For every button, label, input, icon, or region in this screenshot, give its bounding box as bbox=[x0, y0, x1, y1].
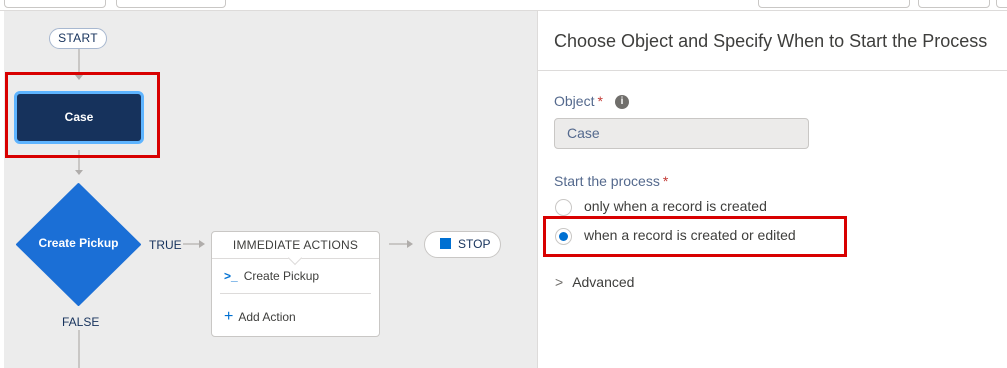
immediate-actions-box: IMMEDIATE ACTIONS >_ Create Pickup + Add A… bbox=[211, 231, 380, 337]
radio-created-or-edited[interactable] bbox=[555, 228, 572, 245]
action-item-label: Create Pickup bbox=[243, 269, 320, 283]
required-marker: * bbox=[597, 93, 603, 109]
radio-created-or-edited-label[interactable]: when a record is created or edited bbox=[584, 227, 796, 243]
toolbar-button[interactable] bbox=[918, 0, 990, 8]
panel-title: Choose Object and Specify When to Start … bbox=[554, 31, 988, 51]
stop-label: STOP bbox=[458, 237, 491, 251]
plus-icon: + bbox=[224, 308, 234, 325]
action-item[interactable]: >_ Create Pickup bbox=[224, 269, 319, 283]
object-label: Object * bbox=[554, 93, 603, 109]
true-branch-label: TRUE bbox=[149, 238, 182, 252]
toolbar-button[interactable] bbox=[4, 0, 106, 8]
canvas-edge bbox=[0, 11, 4, 368]
connector-arrow bbox=[199, 240, 205, 248]
top-toolbar bbox=[0, 0, 1007, 11]
start-process-label: Start the process * bbox=[554, 173, 668, 189]
stop-node: STOP bbox=[424, 231, 501, 258]
object-node[interactable]: Case bbox=[14, 91, 144, 144]
connector-line bbox=[183, 243, 199, 245]
apex-icon: >_ bbox=[224, 269, 238, 283]
toolbar-button[interactable] bbox=[758, 0, 910, 8]
toolbar-button[interactable] bbox=[996, 0, 1007, 8]
required-marker: * bbox=[662, 173, 669, 189]
add-action-label: Add Action bbox=[238, 310, 296, 324]
add-action-button[interactable]: + Add Action bbox=[224, 308, 296, 326]
radio-created-only-label[interactable]: only when a record is created bbox=[584, 198, 767, 214]
connector-line bbox=[389, 243, 407, 245]
chevron-right-icon: > bbox=[555, 274, 564, 290]
advanced-toggle[interactable]: > Advanced bbox=[555, 274, 634, 290]
properties-panel bbox=[538, 11, 1007, 368]
stop-icon bbox=[440, 238, 451, 249]
connector-arrow bbox=[75, 170, 83, 175]
connector-line bbox=[78, 330, 80, 368]
divider bbox=[538, 70, 1007, 71]
object-label-text: Object bbox=[554, 93, 595, 109]
toolbar-button[interactable] bbox=[116, 0, 226, 8]
info-icon[interactable]: i bbox=[615, 95, 629, 109]
start-process-label-text: Start the process bbox=[554, 173, 660, 189]
radio-created-only[interactable] bbox=[555, 199, 572, 216]
start-node: START bbox=[49, 28, 107, 49]
connector-arrow bbox=[407, 240, 413, 248]
object-field[interactable]: Case bbox=[554, 118, 809, 149]
criteria-node-label: Create Pickup bbox=[38, 236, 119, 250]
divider bbox=[220, 293, 371, 294]
advanced-label: Advanced bbox=[572, 274, 635, 290]
false-branch-label: FALSE bbox=[62, 315, 100, 329]
criteria-node[interactable]: Create Pickup bbox=[15, 182, 142, 307]
